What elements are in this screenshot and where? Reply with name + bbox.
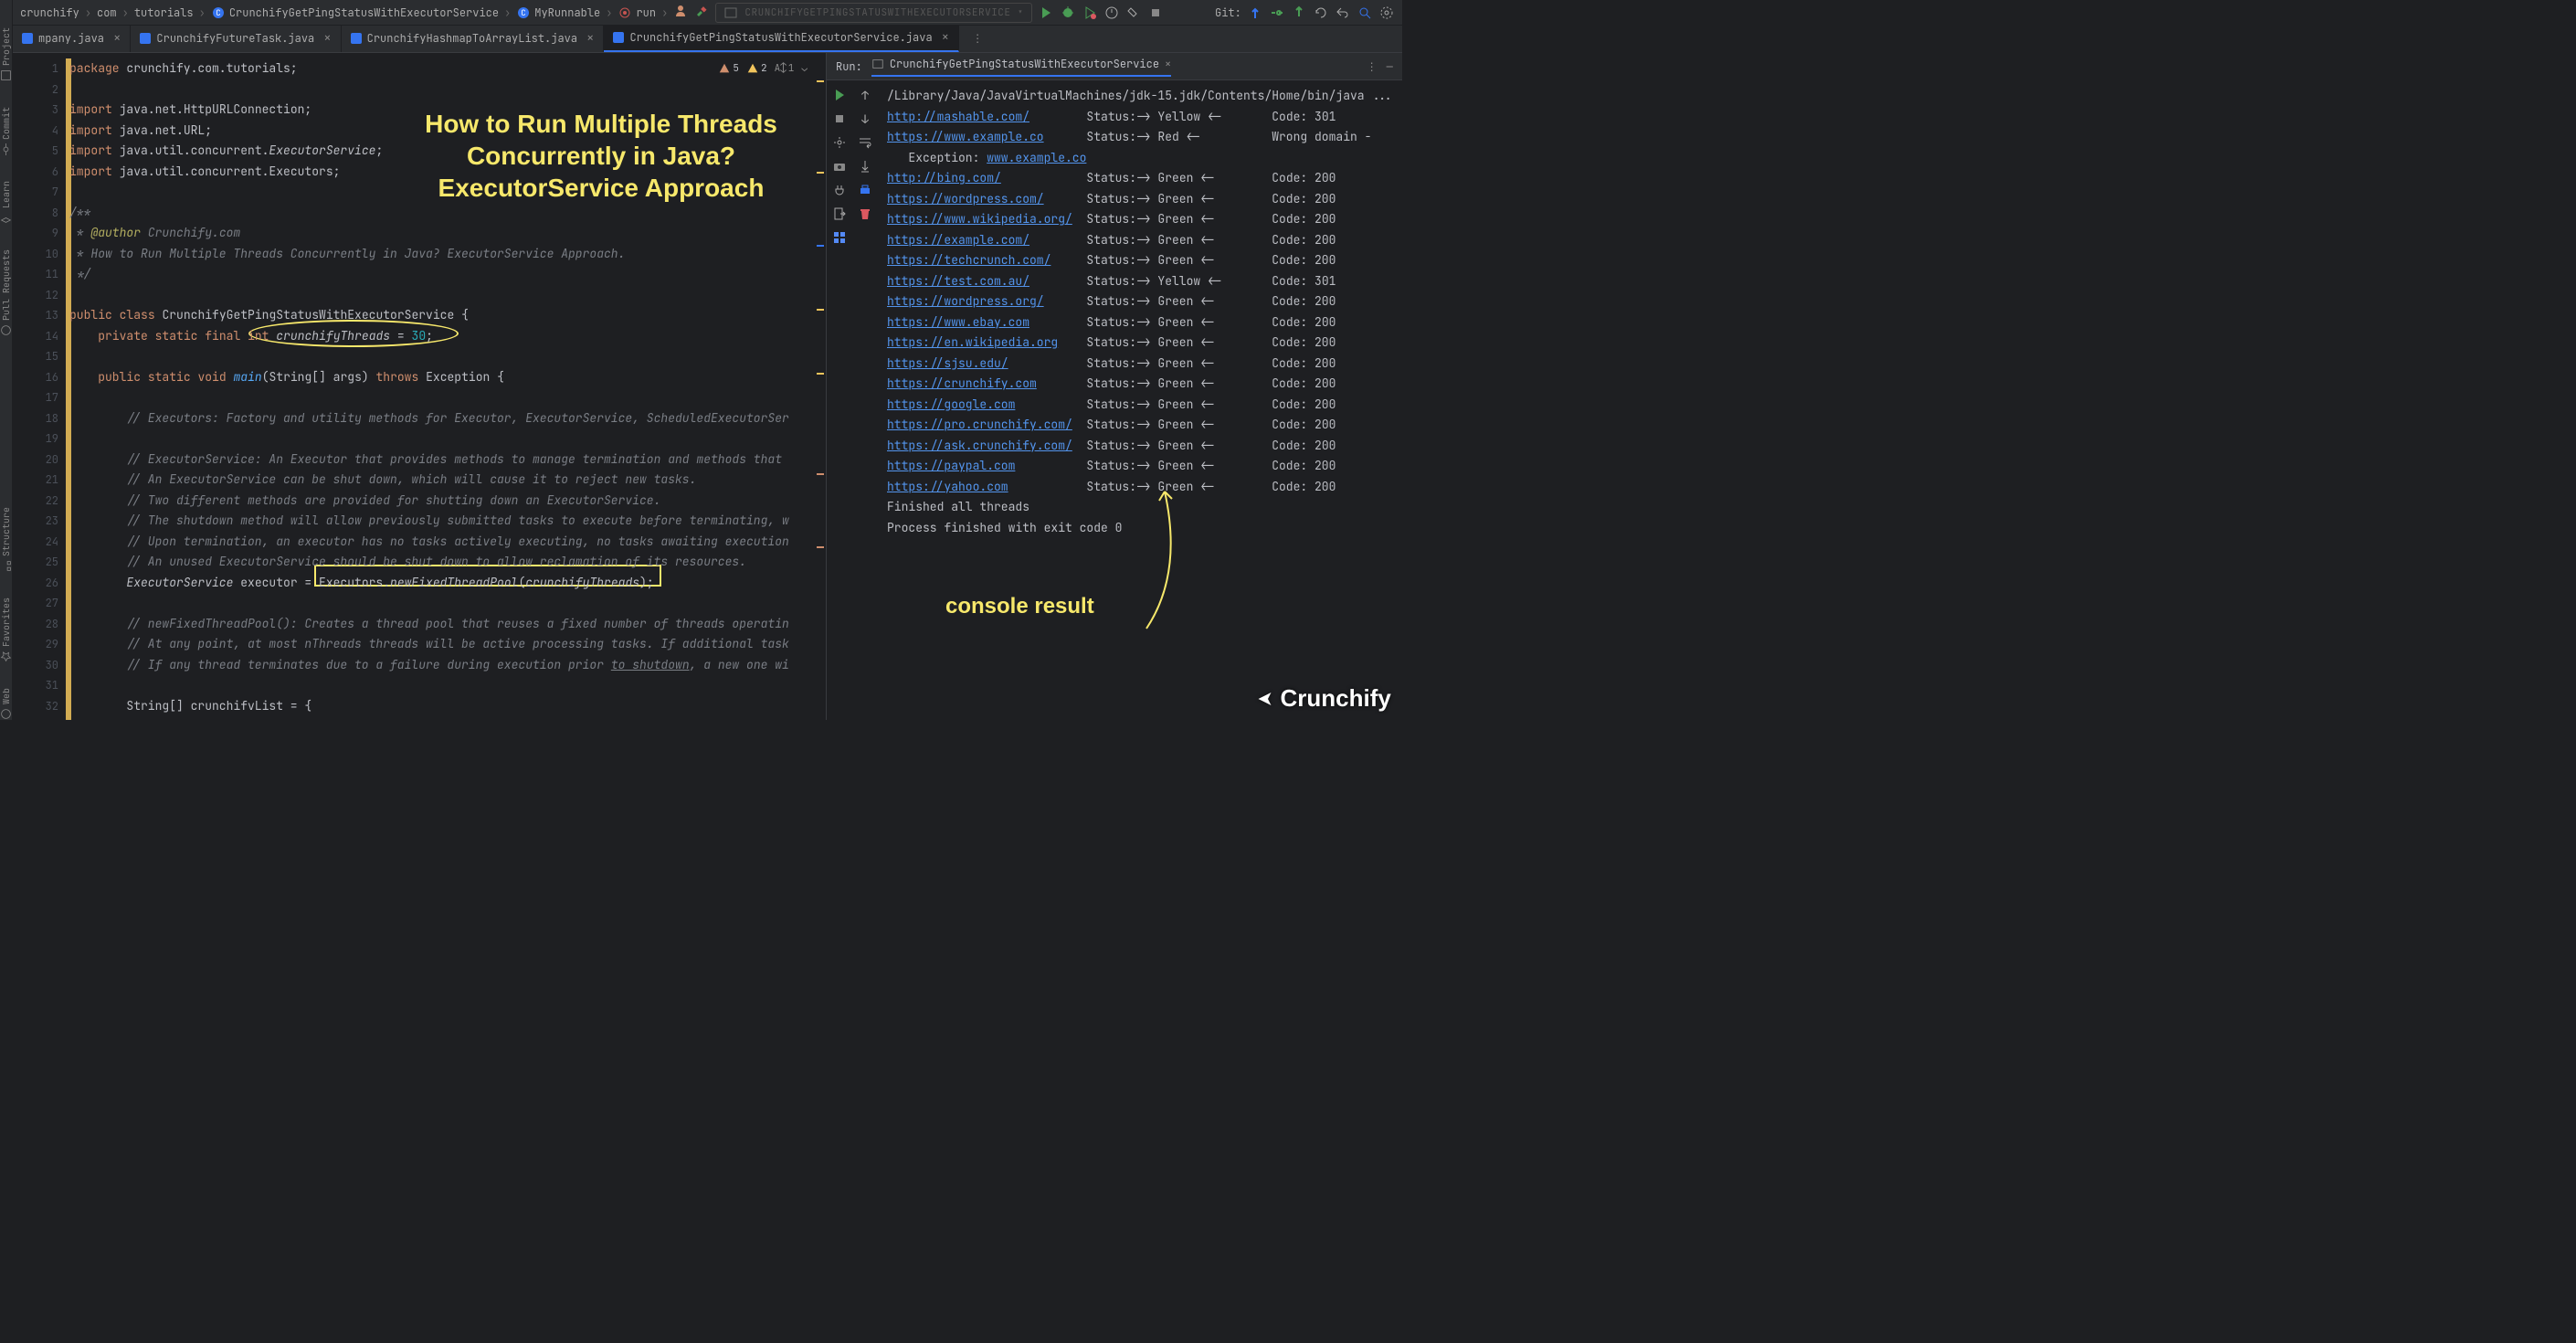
git-history-icon[interactable] (1313, 5, 1329, 21)
tool-commit[interactable]: Commit (0, 107, 12, 155)
exit-icon[interactable] (832, 206, 847, 221)
camera-icon[interactable] (832, 159, 847, 174)
breadcrumb[interactable]: CCrunchifyGetPingStatusWithExecutorServi… (211, 5, 499, 20)
git-commit-icon[interactable] (1269, 5, 1285, 21)
search-icon[interactable] (1357, 5, 1373, 21)
tool-structure[interactable]: Structure (0, 507, 12, 572)
console-output[interactable]: /Library/Java/JavaVirtualMachines/jdk-15… (878, 80, 1402, 720)
settings-icon[interactable] (832, 135, 847, 150)
run-tab[interactable]: CrunchifyGetPingStatusWithExecutorServic… (871, 57, 1171, 77)
breadcrumb[interactable]: tutorials (134, 5, 194, 20)
error-stripe[interactable] (815, 53, 826, 720)
tool-pull-requests[interactable]: Pull Requests (0, 249, 12, 336)
run-label: Run: (836, 59, 862, 74)
run-configuration-selector[interactable]: CRUNCHIFYGETPINGSTATUSWITHEXECUTORSERVIC… (715, 3, 1031, 23)
trash-icon[interactable] (858, 206, 872, 221)
print-icon[interactable] (858, 183, 872, 197)
tool-learn[interactable]: Learn (0, 181, 12, 224)
attach-icon[interactable] (1125, 5, 1142, 21)
close-icon[interactable]: × (323, 30, 331, 47)
editor-tab[interactable]: CrunchifyGetPingStatusWithExecutorServic… (604, 25, 959, 52)
hammer-icon[interactable] (693, 5, 710, 21)
git-label: Git: (1215, 5, 1241, 20)
profile-icon[interactable] (1103, 5, 1120, 21)
left-toolwindow-bar: Project Commit Learn Pull Requests Struc… (0, 0, 13, 720)
breadcrumb[interactable]: com (97, 5, 117, 20)
scroll-end-icon[interactable] (858, 159, 872, 174)
navigation-bar: crunchify› com› tutorials› CCrunchifyGet… (13, 0, 1402, 26)
more-icon[interactable]: ⋮ (1367, 59, 1378, 74)
breadcrumb-anon[interactable] (673, 4, 688, 22)
down-icon[interactable]: ↓ (858, 111, 872, 126)
git-update-icon[interactable] (1247, 5, 1263, 21)
hide-icon[interactable]: — (1387, 59, 1393, 74)
tab-dropdown[interactable]: ⋮ (959, 25, 992, 52)
run-actions-right: ↑ ↓ (852, 80, 878, 720)
softwrap-icon[interactable] (858, 135, 872, 150)
close-icon[interactable]: × (942, 29, 949, 46)
editor-tabs: mpany.java×CrunchifyFutureTask.java×Crun… (13, 26, 1402, 53)
svg-text:C: C (216, 7, 220, 18)
coverage-icon[interactable] (1082, 5, 1098, 21)
editor-tab[interactable]: CrunchifyHashmapToArrayList.java× (342, 25, 605, 52)
run-tool-window: Run: CrunchifyGetPingStatusWithExecutorS… (826, 53, 1402, 720)
run-actions-left (827, 80, 852, 720)
editor-tab[interactable]: CrunchifyFutureTask.java× (131, 25, 341, 52)
crunchify-logo: Crunchify (1249, 684, 1390, 713)
breadcrumb[interactable]: run (618, 5, 656, 20)
settings-icon[interactable] (1378, 5, 1395, 21)
layout-icon[interactable] (832, 230, 847, 245)
git-push-icon[interactable] (1291, 5, 1307, 21)
rerun-icon[interactable] (832, 88, 847, 102)
stop-icon[interactable] (1147, 5, 1164, 21)
up-icon[interactable]: ↑ (858, 88, 872, 102)
stop-icon[interactable] (832, 111, 847, 126)
editor-tab[interactable]: mpany.java× (13, 25, 131, 52)
tool-web[interactable]: Web (0, 688, 12, 720)
svg-text:C: C (522, 7, 526, 18)
breadcrumb[interactable]: CMyRunnable (516, 5, 600, 20)
close-icon[interactable]: × (113, 30, 121, 47)
plug-icon[interactable] (832, 183, 847, 197)
line-number-gutter: 123456789101112▶131415▶16171819202122232… (13, 53, 66, 720)
breadcrumb[interactable]: crunchify (20, 5, 79, 20)
tool-project[interactable]: Project (0, 27, 12, 81)
close-icon[interactable]: × (586, 30, 594, 47)
code-editor[interactable]: 123456789101112▶131415▶16171819202122232… (13, 53, 826, 720)
debug-icon[interactable] (1060, 5, 1076, 21)
git-rollback-icon[interactable] (1335, 5, 1351, 21)
tool-favorites[interactable]: Favorites (0, 597, 12, 662)
run-icon[interactable] (1038, 5, 1054, 21)
